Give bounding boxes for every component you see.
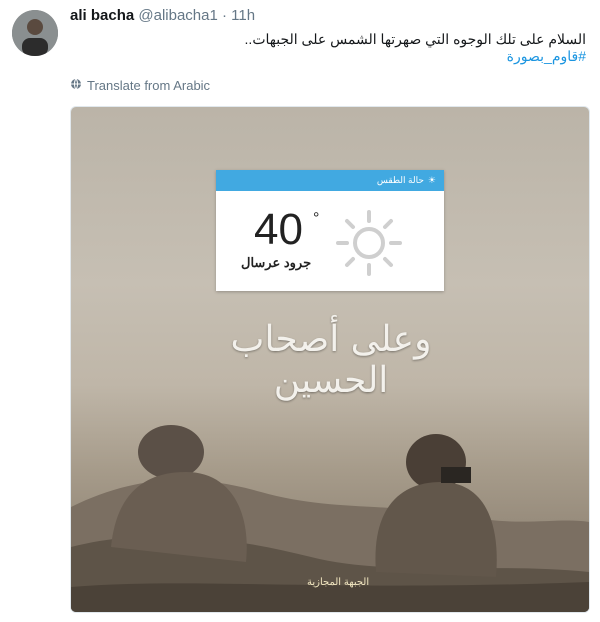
tweet-media[interactable]: حالة الطقس ☀ 40 ° جرود عرسال وعلى أصحاب xyxy=(70,106,590,613)
author-handle[interactable]: @alibacha1 xyxy=(138,7,217,24)
tweet: ali bacha @alibacha1 · 11h السلام على تل… xyxy=(0,0,600,622)
weather-widget-title: حالة الطقس xyxy=(376,175,424,185)
timestamp[interactable]: 11h xyxy=(231,7,255,24)
translate-label: Translate from Arabic xyxy=(87,78,211,93)
sun-small-icon: ☀ xyxy=(427,175,436,185)
sun-icon xyxy=(334,208,404,283)
translate-link[interactable]: Translate from Arabic xyxy=(70,78,210,93)
author-name[interactable]: ali bacha xyxy=(70,7,134,24)
globe-icon xyxy=(70,78,82,93)
weather-widget-header: حالة الطقس ☀ xyxy=(216,170,444,191)
location-label: جرود عرسال xyxy=(241,255,312,270)
hashtag-link[interactable]: #قاوم_بصورة xyxy=(507,48,586,65)
avatar[interactable] xyxy=(12,10,58,56)
degree-symbol: ° xyxy=(313,210,320,227)
temperature-value: 40 xyxy=(254,205,303,254)
watermark-logo: الجبهة المجازية xyxy=(307,577,370,588)
weather-widget: حالة الطقس ☀ 40 ° جرود عرسال xyxy=(216,170,444,291)
tweet-text: السلام على تلك الوجوه التي صهرتها الشمس … xyxy=(244,31,586,47)
calligraphy-text: وعلى أصحاب الحسين xyxy=(230,319,432,401)
tweet-header: ali bacha @alibacha1 · 11h xyxy=(70,7,255,24)
separator: · xyxy=(222,7,227,24)
